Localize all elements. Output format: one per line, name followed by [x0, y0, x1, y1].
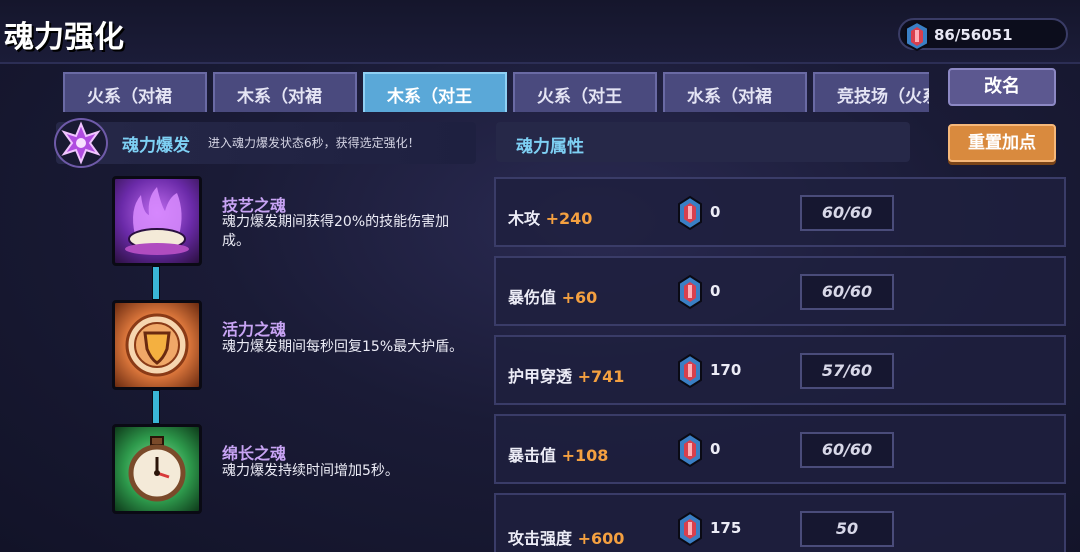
attribute-bonus: +60	[561, 288, 598, 307]
soul-gem-icon	[902, 20, 932, 56]
attribute-level: 50	[800, 511, 894, 547]
tab-fire-vs-boss[interactable]: 火系（对王	[513, 72, 657, 112]
skill-desc-craft-soul: 魂力爆发期间获得20%的技能伤害加成。	[222, 214, 450, 249]
attribute-row[interactable]: 护甲穿透 +741 170 57/60	[494, 335, 1066, 405]
attribute-bonus: +240	[545, 209, 593, 228]
soul-gem-icon	[676, 274, 704, 314]
skill-desc-vitality-soul: 魂力爆发期间每秒回复15%最大护盾。	[222, 339, 464, 355]
top-bar: 魂力强化 86/56051	[0, 0, 1080, 64]
soul-burst-icon	[54, 118, 108, 168]
skill-desc-lasting-soul: 魂力爆发持续时间增加5秒。	[222, 463, 399, 479]
page-title: 魂力强化	[4, 20, 124, 55]
attribute-cost: 0	[710, 440, 721, 458]
skill-connector	[152, 390, 160, 424]
attribute-cost: 0	[710, 203, 721, 221]
tab-wood-vs-boss[interactable]: 木系（对王	[363, 72, 507, 112]
loadout-tabs: 火系（对裙 木系（对裙 木系（对王 火系（对王 水系（对裙 竞技场（火系	[63, 72, 929, 112]
reset-points-button[interactable]: 重置加点	[948, 124, 1056, 162]
rename-button[interactable]: 改名	[948, 68, 1056, 106]
attribute-bonus: +108	[561, 446, 609, 465]
attribute-name: 攻击强度 +600	[508, 529, 625, 548]
soul-gem-icon	[676, 432, 704, 472]
soul-gem-icon	[676, 195, 704, 235]
tab-arena-fire[interactable]: 竞技场（火系	[813, 72, 929, 112]
skill-name-lasting-soul: 绵长之魂	[222, 444, 287, 463]
tab-water-vs-mob[interactable]: 水系（对裙	[663, 72, 807, 112]
attribute-name: 木攻 +240	[508, 209, 593, 228]
soul-gem-icon	[676, 511, 704, 551]
soul-gem-icon	[676, 353, 704, 393]
attribute-level: 57/60	[800, 353, 894, 389]
attribute-name: 护甲穿透 +741	[508, 367, 625, 386]
skill-name-vitality-soul: 活力之魂	[222, 320, 287, 339]
clock-icon[interactable]	[112, 424, 202, 514]
soul-currency-counter: 86/56051	[898, 18, 1068, 52]
attribute-row[interactable]: 暴击值 +108 0 60/60	[494, 414, 1066, 484]
attribute-row[interactable]: 木攻 +240 0 60/60	[494, 177, 1066, 247]
attribute-name: 暴伤值 +60	[508, 288, 598, 307]
tab-wood-vs-mob[interactable]: 木系（对裙	[213, 72, 357, 112]
attribute-cost: 170	[710, 361, 742, 379]
attribute-row[interactable]: 攻击强度 +600 175 50	[494, 493, 1066, 552]
attribute-bonus: +741	[577, 367, 625, 386]
attribute-level: 60/60	[800, 274, 894, 310]
soul-burst-description: 进入魂力爆发状态6秒，获得选定强化！	[208, 136, 420, 150]
attribute-cost: 175	[710, 519, 742, 537]
attribute-cost: 0	[710, 282, 721, 300]
attribute-level: 60/60	[800, 195, 894, 231]
purple-flame-icon[interactable]	[112, 176, 202, 266]
soul-burst-name: 魂力爆发	[122, 136, 190, 156]
attribute-level: 60/60	[800, 432, 894, 468]
attributes-title: 魂力属性	[516, 137, 584, 157]
skill-connector	[152, 266, 160, 300]
shield-icon[interactable]	[112, 300, 202, 390]
currency-value: 86/56051	[934, 26, 1013, 44]
attribute-bonus: +600	[577, 529, 625, 548]
attribute-name: 暴击值 +108	[508, 446, 609, 465]
attribute-row[interactable]: 暴伤值 +60 0 60/60	[494, 256, 1066, 326]
tab-fire-vs-mob[interactable]: 火系（对裙	[63, 72, 207, 112]
